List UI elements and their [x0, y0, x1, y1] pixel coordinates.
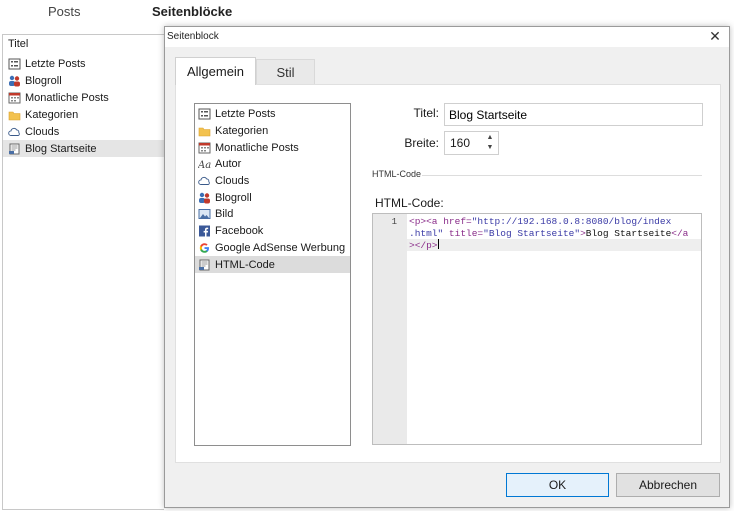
list-item-label: Blogroll	[215, 191, 252, 204]
list-item[interactable]: Monatliche Posts	[195, 139, 350, 156]
group-divider	[422, 175, 702, 176]
list-item[interactable]: Kategorien	[3, 106, 165, 123]
html-code-label: HTML-Code:	[375, 196, 444, 210]
title-input[interactable]	[444, 103, 703, 126]
main-tab-bar: Posts Seitenblöcke	[0, 0, 734, 28]
list-item-label: HTML-Code	[215, 258, 275, 271]
list-item-label: Autor	[215, 158, 242, 171]
list-item[interactable]: Letzte Posts	[3, 55, 165, 72]
list-item[interactable]: Clouds	[195, 173, 350, 190]
folder-icon	[8, 109, 21, 121]
list-item-label: Kategorien	[25, 108, 79, 121]
tab-allgemein[interactable]: Allgemein	[175, 57, 256, 85]
font-icon: Aa	[198, 158, 211, 170]
list-item-label: Bild	[215, 208, 234, 221]
block-list: Letzte Posts Blogroll Monatliche Posts K…	[3, 55, 165, 157]
list-icon	[198, 108, 211, 120]
list-item[interactable]: Clouds	[3, 123, 165, 140]
tab-stil[interactable]: Stil	[256, 59, 315, 85]
group-label-html-code: HTML-Code	[372, 169, 422, 179]
list-item-label: Blog Startseite	[25, 142, 97, 155]
list-item-label: Letzte Posts	[25, 57, 86, 70]
line-number: 1	[391, 217, 397, 227]
list-item[interactable]: Monatliche Posts	[3, 89, 165, 106]
list-item[interactable]: Aa Autor	[195, 156, 350, 173]
spin-down-icon[interactable]: ▼	[484, 143, 496, 153]
width-stepper[interactable]: 160 ▲ ▼	[444, 131, 499, 155]
list-item-label: Blogroll	[25, 74, 62, 87]
list-item-label: Google AdSense Werbung	[215, 241, 346, 254]
tab-seitenbloecke[interactable]: Seitenblöcke	[152, 4, 232, 19]
title-label: Titel:	[413, 106, 439, 120]
list-item[interactable]: Blog Startseite	[3, 140, 165, 157]
list-item[interactable]: Bild	[195, 206, 350, 223]
ok-button[interactable]: OK	[506, 473, 609, 497]
people-icon	[8, 75, 21, 87]
people-icon	[198, 192, 211, 204]
list-item-label: Clouds	[215, 175, 250, 188]
text-caret	[437, 239, 439, 249]
html-code-icon	[198, 259, 211, 271]
list-item[interactable]: Facebook	[195, 223, 350, 240]
spin-up-icon[interactable]: ▲	[484, 133, 496, 143]
image-icon	[198, 208, 211, 220]
calendar-icon	[8, 92, 21, 104]
list-item-label: Monatliche Posts	[25, 91, 109, 104]
list-item[interactable]: Google AdSense Werbung	[195, 240, 350, 257]
cloud-icon	[8, 126, 21, 138]
html-code-editor[interactable]: 1 <p><a href="http://192.168.0.8:8080/bl…	[372, 213, 702, 445]
cloud-icon	[198, 175, 211, 187]
folder-icon	[198, 125, 211, 137]
list-item[interactable]: Blogroll	[3, 72, 165, 89]
block-list-panel: Titel Letzte Posts Blogroll Monatliche P…	[2, 34, 165, 510]
list-item-label: Clouds	[25, 125, 60, 138]
google-icon	[198, 242, 211, 254]
list-item-label: Letzte Posts	[215, 108, 276, 121]
cancel-button[interactable]: Abbrechen	[616, 473, 720, 497]
line-number-gutter: 1	[373, 214, 407, 444]
list-item[interactable]: Kategorien	[195, 123, 350, 140]
block-type-list[interactable]: Letzte Posts Kategorien Monatliche Posts…	[194, 103, 351, 446]
close-button[interactable]: ✕	[707, 28, 723, 44]
list-icon	[8, 58, 21, 70]
html-code-icon	[8, 143, 21, 155]
code-text[interactable]: <p><a href="http://192.168.0.8:8080/blog…	[409, 216, 699, 252]
dialog-titlebar[interactable]: Seitenblock ✕	[165, 27, 729, 47]
svg-text:Aa: Aa	[198, 160, 211, 170]
tab-posts[interactable]: Posts	[48, 4, 81, 19]
list-item[interactable]: Blogroll	[195, 189, 350, 206]
list-item-label: Kategorien	[215, 125, 269, 138]
list-item-label: Facebook	[215, 225, 264, 238]
tab-panel-allgemein: Letzte Posts Kategorien Monatliche Posts…	[175, 84, 721, 463]
list-item[interactable]: HTML-Code	[195, 256, 350, 273]
seitenblock-dialog: Seitenblock ✕ Allgemein Stil Letzte Post…	[164, 26, 730, 508]
list-item[interactable]: Letzte Posts	[195, 106, 350, 123]
list-item-label: Monatliche Posts	[215, 141, 299, 154]
facebook-icon	[198, 225, 211, 237]
dialog-title: Seitenblock	[167, 31, 219, 42]
width-label: Breite:	[404, 136, 439, 150]
column-header-titel[interactable]: Titel	[8, 38, 28, 50]
calendar-icon	[198, 142, 211, 154]
width-value[interactable]: 160	[450, 136, 470, 150]
